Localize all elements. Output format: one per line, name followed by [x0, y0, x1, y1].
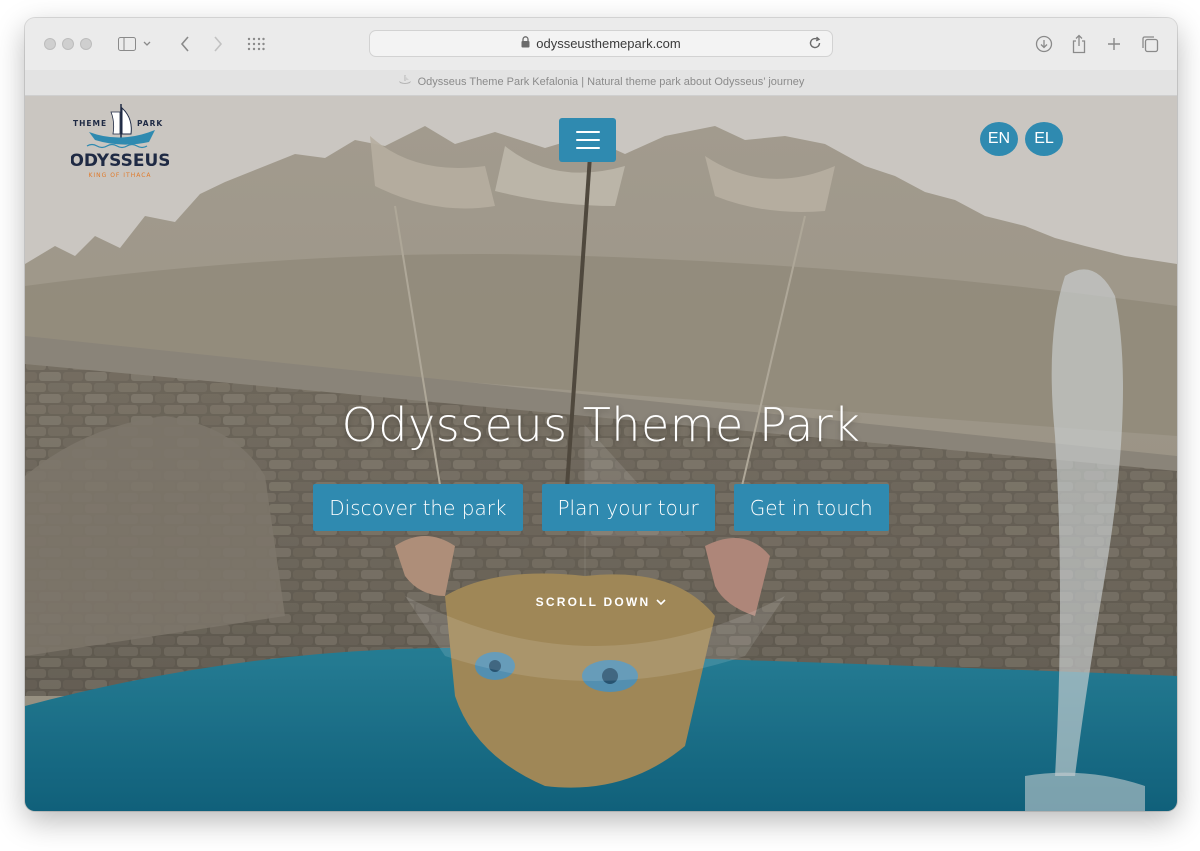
scroll-down-link[interactable]: SCROLL DOWN: [25, 595, 1177, 609]
sidebar-icon[interactable]: [115, 32, 139, 56]
address-bar[interactable]: odysseusthemepark.com: [369, 30, 833, 57]
favicon-icon: [398, 75, 412, 88]
scroll-down-label: SCROLL DOWN: [535, 595, 651, 609]
tabs-icon[interactable]: [1138, 32, 1162, 56]
tab-title: Odysseus Theme Park Kefalonia | Natural …: [417, 75, 805, 88]
logo-top-left: THEME: [73, 119, 107, 128]
zoom-window-button[interactable]: [80, 38, 92, 50]
grid-icon[interactable]: [244, 32, 268, 56]
hero-cta-group: Discover the park Plan your tour Get in …: [25, 484, 1177, 531]
page-viewport: THEME PARK ODYSSEUS KING OF ITHACA EN EL…: [25, 96, 1177, 811]
hero-image: [25, 96, 1177, 811]
close-window-button[interactable]: [44, 38, 56, 50]
lock-icon: [521, 36, 530, 51]
share-icon[interactable]: [1067, 32, 1091, 56]
tab-active[interactable]: Odysseus Theme Park Kefalonia | Natural …: [25, 75, 1177, 88]
hamburger-menu-button[interactable]: [559, 118, 616, 162]
hamburger-icon-bar: [575, 147, 600, 149]
logo-tagline: KING OF ITHACA: [88, 172, 151, 179]
logo-top-right: PARK: [137, 119, 163, 128]
plus-icon[interactable]: [1102, 32, 1126, 56]
lang-el-button[interactable]: EL: [1025, 122, 1063, 156]
forward-icon[interactable]: [206, 32, 230, 56]
back-icon[interactable]: [173, 32, 197, 56]
lang-en-button[interactable]: EN: [980, 122, 1018, 156]
discover-park-button[interactable]: Discover the park: [313, 484, 523, 531]
browser-window: odysseusthemepark.com Odysseus Theme Par…: [25, 18, 1177, 811]
plan-tour-button[interactable]: Plan your tour: [541, 484, 715, 531]
logo-name: ODYSSEUS: [71, 151, 169, 171]
site-logo[interactable]: THEME PARK ODYSSEUS KING OF ITHACA: [69, 100, 171, 186]
get-in-touch-button[interactable]: Get in touch: [733, 484, 889, 531]
download-icon[interactable]: [1032, 32, 1056, 56]
hero-title: Odysseus Theme Park: [341, 398, 861, 452]
chevron-down-icon: [656, 595, 666, 609]
tab-bar: Odysseus Theme Park Kefalonia | Natural …: [25, 70, 1177, 96]
hamburger-icon-bar: [575, 139, 600, 141]
reload-icon[interactable]: [808, 36, 824, 52]
url-text: odysseusthemepark.com: [536, 36, 681, 51]
hamburger-icon: [575, 131, 600, 133]
browser-toolbar: odysseusthemepark.com: [25, 18, 1177, 70]
chevron-down-icon[interactable]: [140, 32, 154, 56]
minimize-window-button[interactable]: [62, 38, 74, 50]
